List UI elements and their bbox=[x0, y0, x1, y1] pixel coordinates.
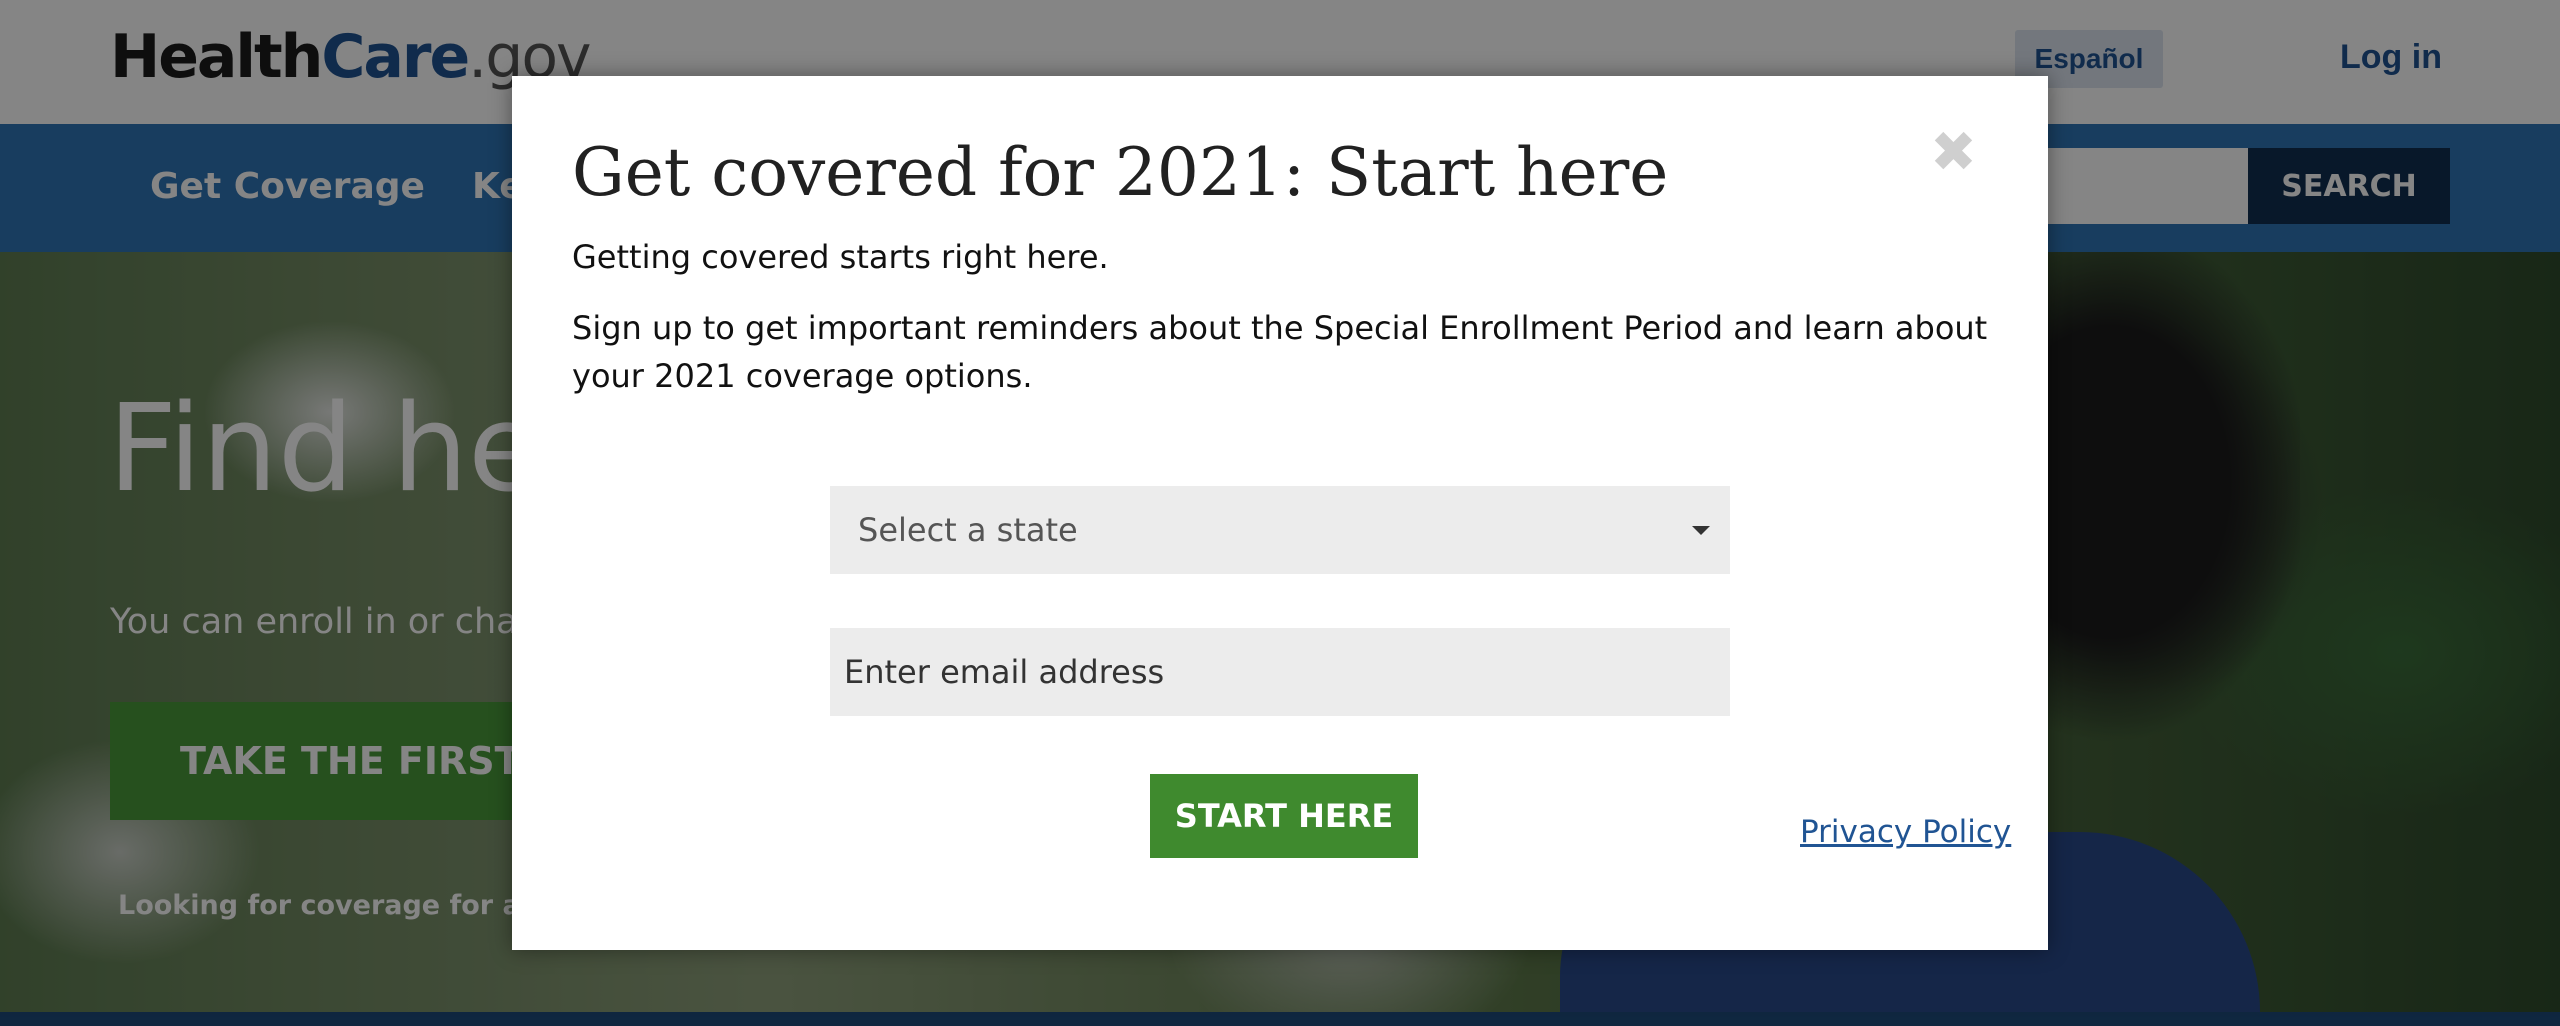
modal-intro-text: Getting covered starts right here. bbox=[572, 238, 1109, 276]
close-icon[interactable]: ✖ bbox=[1930, 125, 1977, 181]
state-select[interactable]: Select a state bbox=[830, 486, 1730, 574]
modal-description-text: Sign up to get important reminders about… bbox=[572, 309, 1988, 395]
state-select-placeholder: Select a state bbox=[858, 511, 1078, 549]
email-field[interactable] bbox=[830, 628, 1730, 716]
modal-title: Get covered for 2021: Start here bbox=[572, 134, 1669, 211]
signup-modal: Get covered for 2021: Start here ✖ Getti… bbox=[512, 76, 2048, 950]
privacy-policy-link[interactable]: Privacy Policy bbox=[1800, 814, 2011, 850]
start-here-button[interactable]: START HERE bbox=[1150, 774, 1418, 858]
chevron-down-icon bbox=[1692, 526, 1710, 535]
